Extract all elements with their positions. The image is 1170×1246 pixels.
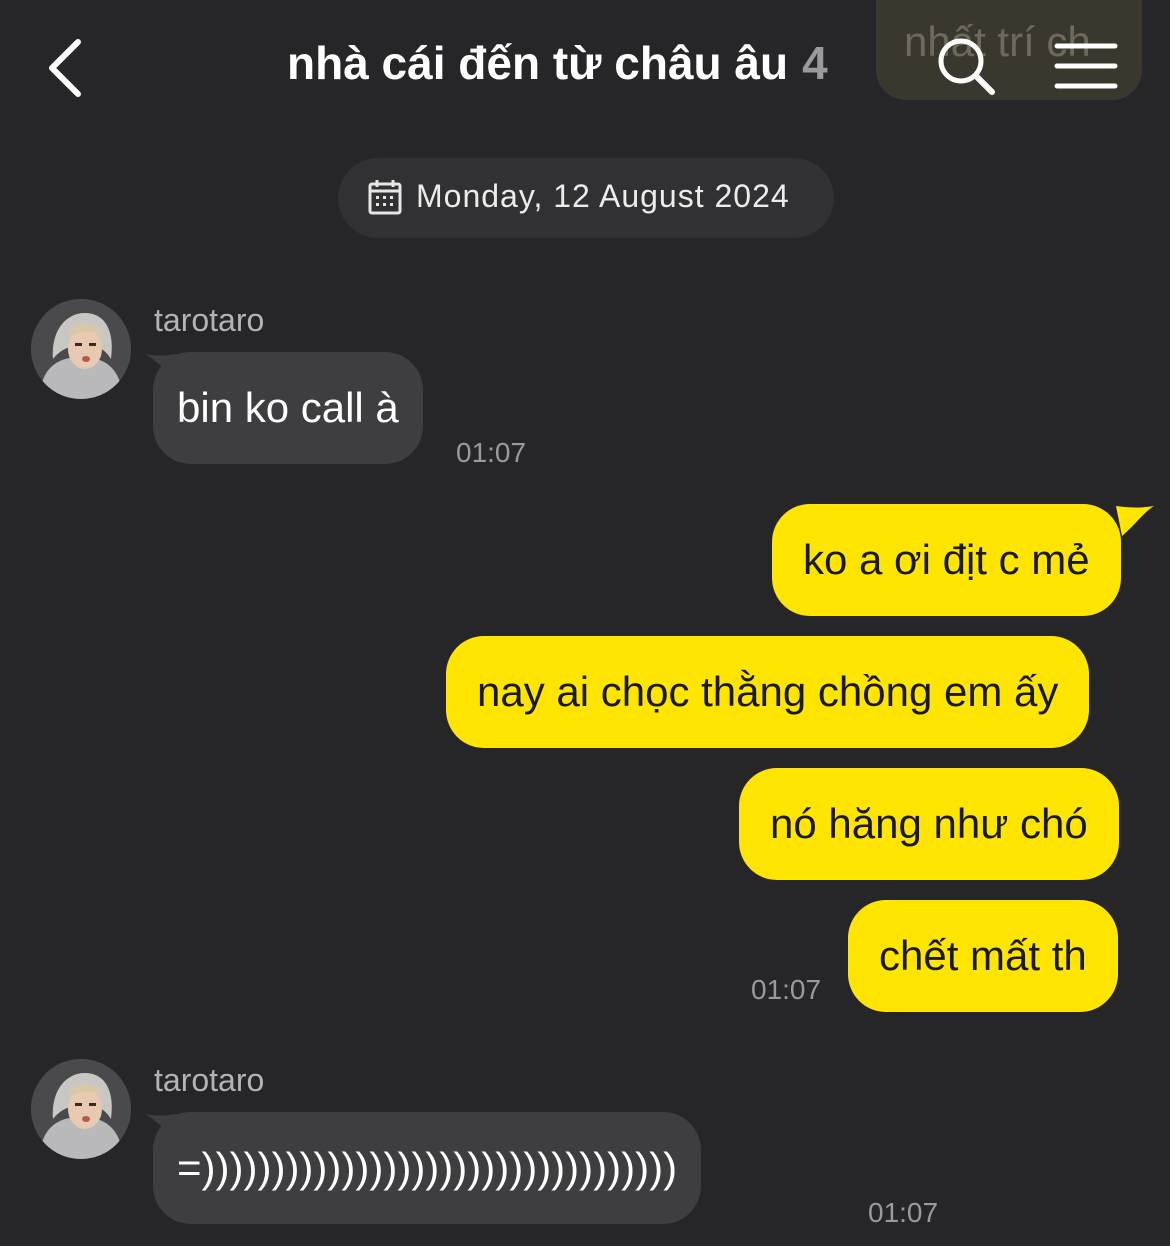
- back-arrow-icon: [49, 39, 81, 97]
- menu-button[interactable]: [1054, 42, 1118, 90]
- back-button[interactable]: [40, 30, 100, 102]
- menu-icon: [1054, 43, 1118, 89]
- message-bubble[interactable]: ko a ơi địt c mẻ: [772, 504, 1121, 616]
- message-time: 01:07: [456, 437, 527, 468]
- message-bubble[interactable]: chết mất th: [848, 900, 1118, 1012]
- date-divider-text: Monday, 12 August 2024: [416, 178, 790, 214]
- message-text: nó hăng như chó: [770, 800, 1088, 847]
- calendar-icon: [368, 180, 402, 215]
- date-divider: Monday, 12 August 2024: [338, 158, 834, 238]
- message-text: nay ai chọc thằng chồng em ấy: [477, 668, 1059, 715]
- chat-title[interactable]: nhà cái đến từ châu âu 4: [287, 36, 828, 100]
- message-text: ko a ơi địt c mẻ: [803, 536, 1090, 583]
- chat-room-name: nhà cái đến từ châu âu: [287, 37, 789, 89]
- message-text: chết mất th: [879, 932, 1087, 979]
- message-bubble[interactable]: =)))))))))))))))))))))))))))))))))): [153, 1112, 702, 1224]
- chat-header: nhà cái đến từ châu âu 4 nhất trí ch: [0, 0, 1170, 140]
- search-button[interactable]: [934, 34, 998, 98]
- message-bubble[interactable]: nó hăng như chó: [739, 768, 1119, 880]
- avatar[interactable]: [31, 299, 131, 399]
- message-text: =)))))))))))))))))))))))))))))))))): [177, 1144, 678, 1191]
- bubble-tail: [1116, 506, 1154, 536]
- sender-name: tarotaro: [154, 1062, 265, 1098]
- message-text: bin ko call à: [177, 384, 399, 431]
- avatar[interactable]: [31, 1059, 131, 1159]
- message-bubble[interactable]: nay ai chọc thằng chồng em ấy: [446, 636, 1090, 748]
- message-time: 01:07: [868, 1197, 939, 1228]
- sender-name: tarotaro: [154, 302, 265, 338]
- message-time: 01:07: [751, 974, 822, 1005]
- member-count: 4: [802, 37, 828, 89]
- search-icon: [938, 38, 995, 95]
- message-bubble[interactable]: bin ko call à: [153, 352, 423, 464]
